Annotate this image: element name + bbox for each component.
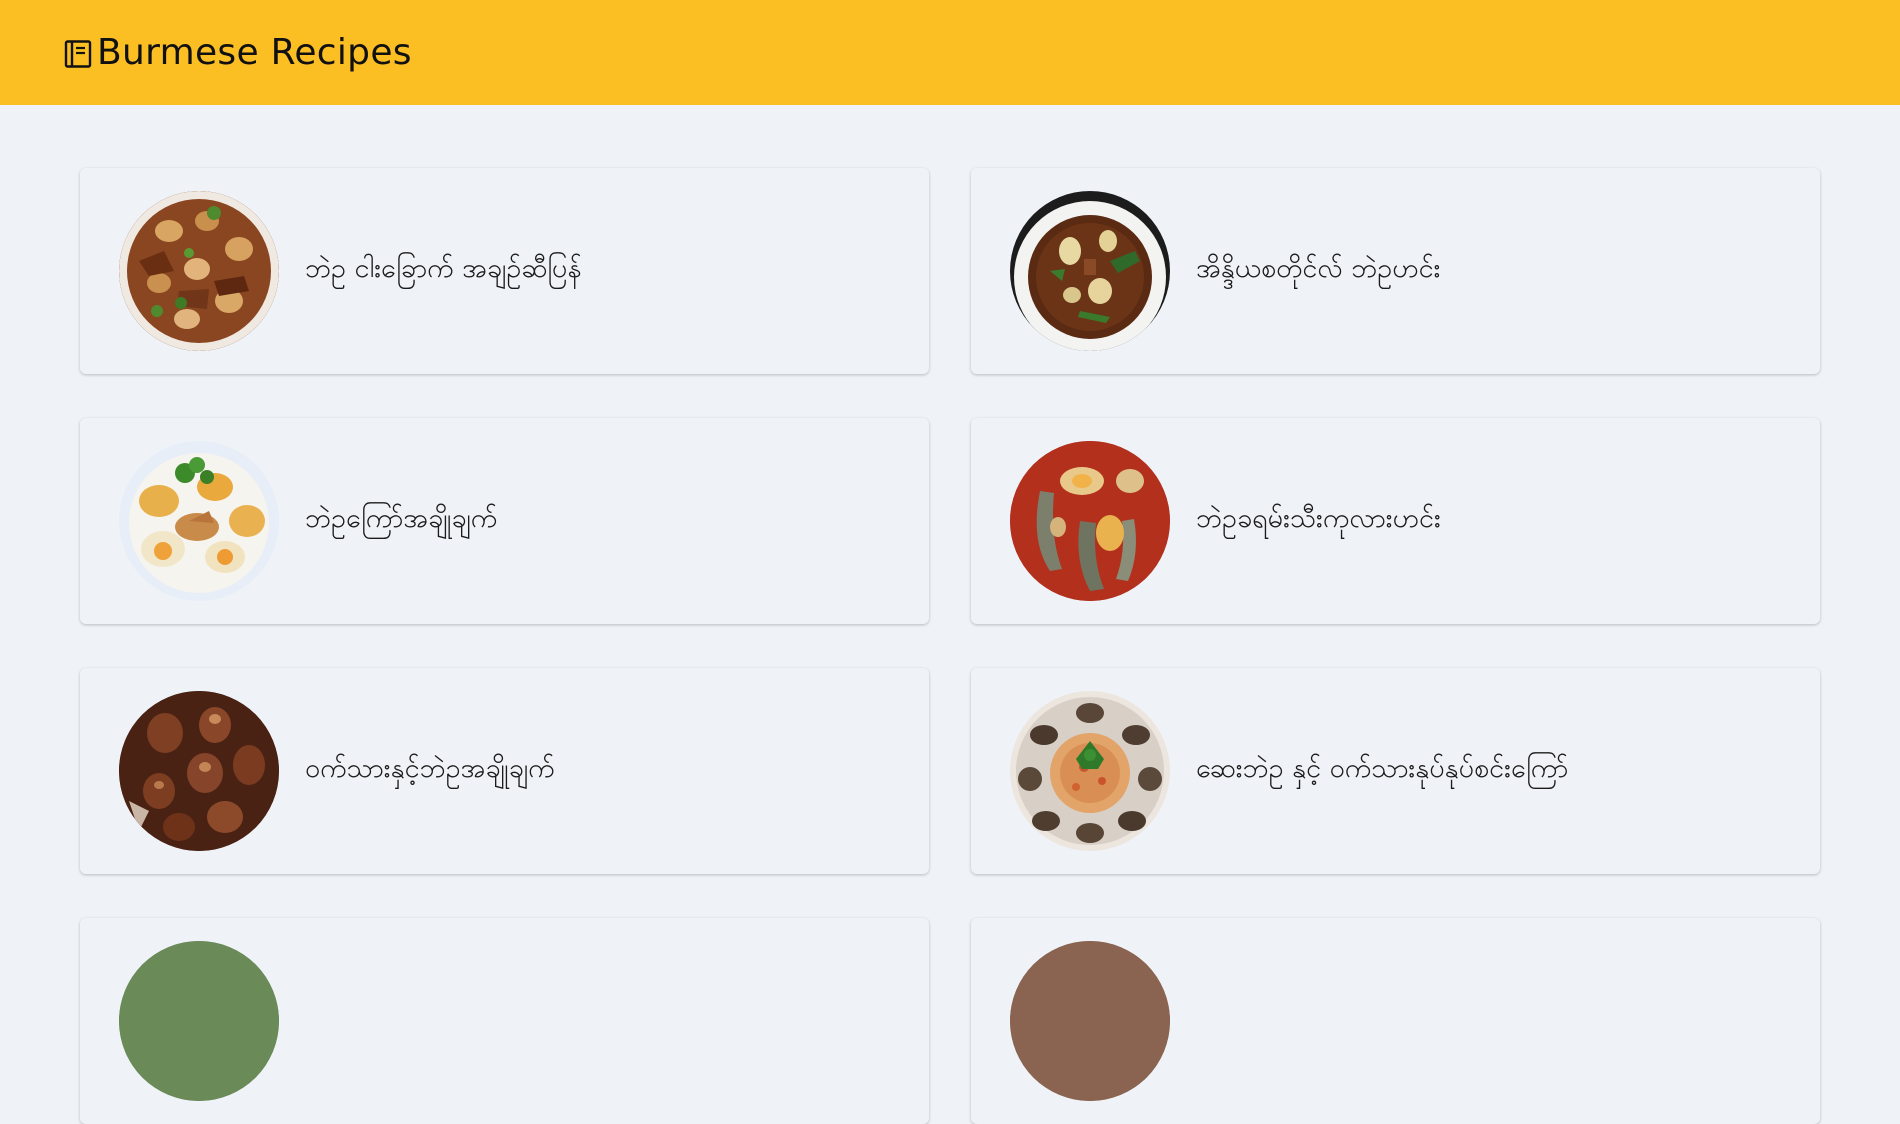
recipe-thumbnail — [1010, 191, 1170, 351]
recipe-name: ဘဲဥကြော်အချိုချက် — [305, 503, 498, 534]
century-egg-pork-photo — [1010, 691, 1170, 851]
recipe-thumbnail — [119, 441, 279, 601]
recipe-card[interactable]: အိန္ဒိယစတိုင်လ် ဘဲဥဟင်း — [971, 168, 1820, 374]
recipe-card[interactable]: ဘဲဥ ငါးခြောက် အချဉ်ဆီပြန် — [80, 168, 929, 374]
recipe-name: ဆေးဘဲဥ နှင့် ဝက်သားနုပ်နုပ်စင်းကြော် — [1196, 753, 1569, 784]
eggplant-egg-curry-photo — [1010, 441, 1170, 601]
recipe-thumbnail — [1010, 941, 1170, 1101]
recipe-name: ဘဲဥ ငါးခြောက် အချဉ်ဆီပြန် — [305, 253, 582, 284]
recipe-thumbnail — [119, 191, 279, 351]
recipe-card[interactable]: ဘဲဥခရမ်းသီးကုလားဟင်း — [971, 418, 1820, 624]
recipe-thumbnail — [1010, 441, 1170, 601]
page-title: Burmese Recipes — [97, 32, 412, 73]
recipe-thumbnail — [119, 941, 279, 1101]
braised-egg-pork-photo — [119, 191, 279, 351]
recipe-name: အိန္ဒိယစတိုင်လ် ဘဲဥဟင်း — [1196, 253, 1441, 284]
recipe-thumbnail — [1010, 691, 1170, 851]
recipe-name: ဝက်သားနှင့်ဘဲဥအချိုချက် — [305, 753, 555, 784]
recipe-name: ဘဲဥခရမ်းသီးကုလားဟင်း — [1196, 503, 1441, 534]
book-icon — [64, 39, 92, 68]
recipe-card[interactable]: ဝက်သားနှင့်ဘဲဥအချိုချက် — [80, 668, 929, 874]
sweet-pork-egg-photo — [119, 691, 279, 851]
recipe-thumbnail — [119, 691, 279, 851]
app-header: Burmese Recipes — [0, 0, 1900, 105]
fried-egg-salad-photo — [119, 441, 279, 601]
recipe-photo — [1010, 941, 1170, 1101]
recipe-photo — [119, 941, 279, 1101]
recipe-card[interactable]: ဆေးဘဲဥ နှင့် ဝက်သားနုပ်နုပ်စင်းကြော် — [971, 668, 1820, 874]
recipe-card[interactable]: ဘဲဥကြော်အချိုချက် — [80, 418, 929, 624]
recipe-card[interactable] — [971, 918, 1820, 1124]
recipe-card[interactable] — [80, 918, 929, 1124]
egg-curry-bowl-photo — [1010, 191, 1170, 351]
